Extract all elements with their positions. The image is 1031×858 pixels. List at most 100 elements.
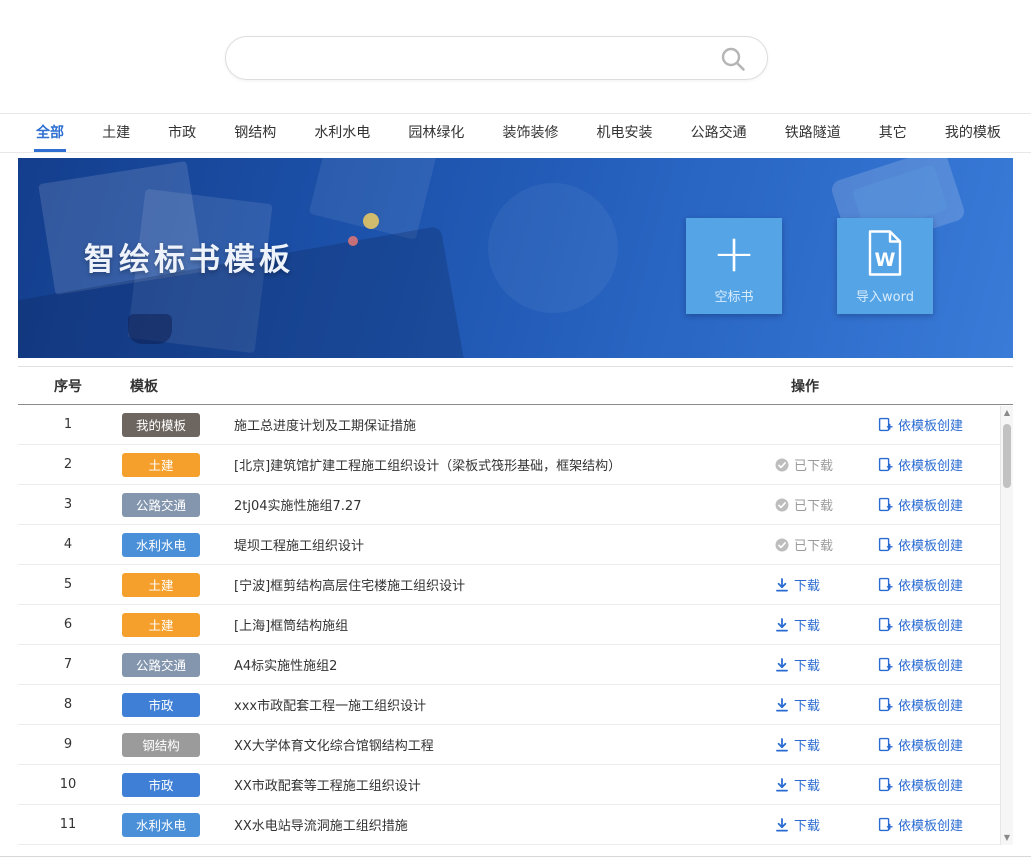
scroll-down-icon[interactable]: ▼	[1001, 831, 1013, 845]
category-badge: 土建	[122, 613, 200, 637]
category-badge: 我的模板	[122, 413, 200, 437]
template-title: XX大学体育文化综合馆钢结构工程	[234, 735, 434, 754]
row-index: 11	[18, 817, 118, 832]
row-operation-cell: 下载依模板创建	[763, 815, 1013, 834]
row-template-cell: 公路交通 A4标实施性施组2	[118, 653, 763, 677]
download-link[interactable]: 下载	[763, 775, 878, 794]
row-index: 4	[18, 537, 118, 552]
create-from-template-link[interactable]: 依模板创建	[878, 415, 963, 434]
row-index: 6	[18, 617, 118, 632]
category-tabs: 全部土建市政钢结构水利水电园林绿化装饰装修机电安装公路交通铁路隧道其它我的模板	[0, 113, 1031, 153]
import-word-label: 导入word	[856, 286, 914, 305]
row-index: 10	[18, 777, 118, 792]
search-input[interactable]	[226, 37, 767, 79]
search-bar[interactable]	[225, 36, 768, 80]
tab-3[interactable]: 钢结构	[232, 114, 278, 152]
table-row: 2土建[北京]建筑馆扩建工程施工组织设计（梁板式筏形基础，框架结构）已下载依模板…	[18, 445, 1013, 485]
header-index: 序号	[18, 376, 118, 396]
download-link[interactable]: 下载	[763, 615, 878, 634]
search-icon[interactable]	[719, 45, 747, 73]
category-badge: 公路交通	[122, 653, 200, 677]
tab-10[interactable]: 其它	[877, 114, 909, 152]
create-from-template-link[interactable]: 依模板创建	[878, 575, 963, 594]
row-operation-cell: 依模板创建	[763, 415, 1013, 434]
row-index: 7	[18, 657, 118, 672]
tab-4[interactable]: 水利水电	[312, 114, 372, 152]
downloaded-status: 已下载	[763, 495, 878, 514]
tab-8[interactable]: 公路交通	[689, 114, 749, 152]
create-from-template-link[interactable]: 依模板创建	[878, 535, 963, 554]
banner-title: 智绘标书模板	[84, 234, 294, 279]
category-badge: 市政	[122, 693, 200, 717]
word-doc-icon: W	[863, 229, 907, 281]
tab-0[interactable]: 全部	[34, 114, 66, 152]
download-link[interactable]: 下载	[763, 575, 878, 594]
template-title: XX市政配套等工程施工组织设计	[234, 775, 421, 794]
page-bottom-divider	[0, 856, 1031, 857]
download-link[interactable]: 下载	[763, 695, 878, 714]
create-from-template-link[interactable]: 依模板创建	[878, 655, 963, 674]
template-title: xxx市政配套工程一施工组织设计	[234, 695, 426, 714]
create-from-template-link[interactable]: 依模板创建	[878, 615, 963, 634]
create-from-template-link[interactable]: 依模板创建	[878, 735, 963, 754]
template-title: XX水电站导流洞施工组织措施	[234, 815, 408, 834]
row-index: 1	[18, 417, 118, 432]
row-template-cell: 市政 xxx市政配套工程一施工组织设计	[118, 693, 763, 717]
banner-deco-dot	[363, 213, 379, 229]
create-from-template-link[interactable]: 依模板创建	[878, 455, 963, 474]
table-body: 1我的模板施工总进度计划及工期保证措施依模板创建2土建[北京]建筑馆扩建工程施工…	[18, 405, 1013, 845]
row-index: 5	[18, 577, 118, 592]
table-row: 1 我的模板 施工总进度计划及工期保证措施 依模板创建	[18, 405, 1013, 445]
template-title: 施工总进度计划及工期保证措施	[234, 415, 416, 434]
row-operation-cell: 已下载依模板创建	[763, 495, 1013, 514]
tab-5[interactable]: 园林绿化	[406, 114, 466, 152]
category-badge: 土建	[122, 453, 200, 477]
scroll-up-icon[interactable]: ▲	[1001, 406, 1013, 420]
create-from-template-link[interactable]: 依模板创建	[878, 775, 963, 794]
import-word-button[interactable]: W 导入word	[837, 218, 933, 314]
table-row: 6 土建 [上海]框筒结构施组 下载依模板创建	[18, 605, 1013, 645]
create-from-template-link[interactable]: 依模板创建	[878, 695, 963, 714]
tab-2[interactable]: 市政	[166, 114, 198, 152]
template-title: [上海]框筒结构施组	[234, 615, 348, 634]
table-row: 8 市政 xxx市政配套工程一施工组织设计 下载依模板创建	[18, 685, 1013, 725]
tab-1[interactable]: 土建	[100, 114, 132, 152]
template-title: 堤坝工程施工组织设计	[234, 535, 364, 554]
row-template-cell: 我的模板 施工总进度计划及工期保证措施	[118, 413, 763, 437]
row-template-cell: 水利水电 XX水电站导流洞施工组织措施	[118, 813, 763, 837]
row-template-cell: 土建 [上海]框筒结构施组	[118, 613, 763, 637]
row-template-cell: 市政XX市政配套等工程施工组织设计	[118, 773, 763, 797]
row-operation-cell: 下载依模板创建	[763, 735, 1013, 754]
tab-11[interactable]: 我的模板	[943, 114, 1003, 152]
row-index: 8	[18, 697, 118, 712]
vertical-scrollbar[interactable]: ▲ ▼	[1000, 406, 1013, 845]
svg-text:W: W	[875, 249, 896, 271]
row-operation-cell: 下载依模板创建	[763, 575, 1013, 594]
blank-bid-button[interactable]: + 空标书	[686, 218, 782, 314]
downloaded-status: 已下载	[763, 535, 878, 554]
template-title: A4标实施性施组2	[234, 655, 337, 674]
table-row: 7 公路交通 A4标实施性施组2 下载依模板创建	[18, 645, 1013, 685]
tab-9[interactable]: 铁路隧道	[783, 114, 843, 152]
row-operation-cell: 下载依模板创建	[763, 655, 1013, 674]
download-link[interactable]: 下载	[763, 655, 878, 674]
row-index: 2	[18, 457, 118, 472]
tab-7[interactable]: 机电安装	[595, 114, 655, 152]
scrollbar-thumb[interactable]	[1003, 424, 1011, 488]
table-row: 3公路交通2tj04实施性施组7.27已下载依模板创建	[18, 485, 1013, 525]
download-link[interactable]: 下载	[763, 815, 878, 834]
table-row: 9钢结构XX大学体育文化综合馆钢结构工程下载依模板创建	[18, 725, 1013, 765]
row-template-cell: 公路交通2tj04实施性施组7.27	[118, 493, 763, 517]
category-badge: 水利水电	[122, 533, 200, 557]
row-template-cell: 土建[北京]建筑馆扩建工程施工组织设计（梁板式筏形基础，框架结构）	[118, 453, 763, 477]
tab-6[interactable]: 装饰装修	[500, 114, 560, 152]
template-table: 序号 模板 操作 1我的模板施工总进度计划及工期保证措施依模板创建2土建[北京]…	[18, 366, 1013, 845]
table-header: 序号 模板 操作	[18, 367, 1013, 405]
create-from-template-link[interactable]: 依模板创建	[878, 495, 963, 514]
row-operation-cell: 已下载依模板创建	[763, 455, 1013, 474]
category-badge: 水利水电	[122, 813, 200, 837]
create-from-template-link[interactable]: 依模板创建	[878, 815, 963, 834]
download-link[interactable]: 下载	[763, 735, 878, 754]
row-operation-cell: 下载依模板创建	[763, 775, 1013, 794]
row-operation-cell: 下载依模板创建	[763, 695, 1013, 714]
